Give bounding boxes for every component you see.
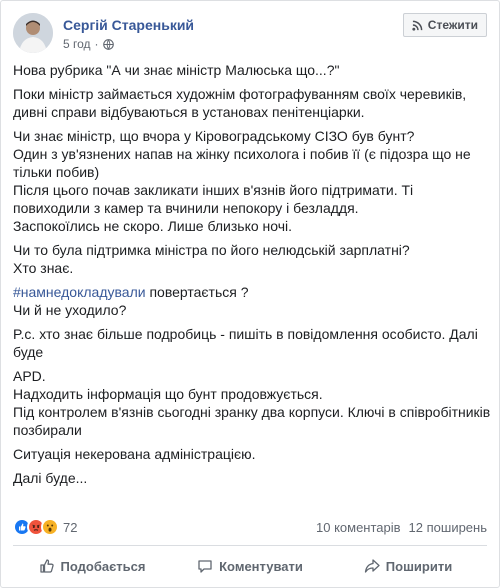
wow-icon	[41, 518, 59, 536]
post-actions: Подобається Коментувати Поширити	[13, 549, 487, 583]
comment-label: Коментувати	[219, 558, 303, 574]
reactions-summary[interactable]: 72	[13, 518, 77, 536]
post-paragraph: Чи знає міністр, що вчора у Кіровоградсь…	[13, 128, 471, 234]
rss-icon	[412, 20, 423, 31]
post-body: Нова рубрика "А чи знає міністр Малюська…	[13, 61, 491, 493]
globe-icon	[102, 38, 114, 50]
share-icon	[364, 559, 380, 573]
post-meta: 5 год ·	[63, 37, 114, 51]
post-stats: 72 10 коментарів 12 поширень	[13, 515, 487, 539]
hashtag-rest: повертається ?	[145, 284, 249, 300]
share-label: Поширити	[385, 558, 453, 574]
post-line: Чи й не уходило?	[13, 302, 127, 318]
comment-button[interactable]: Коментувати	[171, 549, 329, 583]
follow-label: Стежити	[427, 18, 478, 32]
post-paragraph: Чи то була підтримка міністра по його не…	[13, 242, 410, 276]
comment-icon	[198, 560, 212, 573]
hashtag-paragraph: #намнедокладували повертається ? Чи й не…	[13, 283, 491, 319]
reaction-count: 72	[63, 519, 78, 535]
divider	[13, 545, 487, 546]
post-paragraph: Нова рубрика "А чи знає міністр Малюська…	[13, 62, 340, 78]
shares-count[interactable]: 12 поширень	[409, 520, 487, 535]
post-paragraph: Поки міністр займається художнім фотогра…	[13, 86, 467, 120]
thumbs-up-icon	[39, 559, 54, 573]
share-button[interactable]: Поширити	[329, 549, 487, 583]
post-paragraph: P.c. хто знає більше подробиць - пишіть …	[13, 326, 478, 360]
follow-button[interactable]: Стежити	[402, 13, 487, 37]
post-paragraph: Ситуація некерована адміністрацією.	[13, 446, 256, 462]
post-header: Сергій Старенький 5 год · Стежити	[13, 9, 487, 59]
post-time[interactable]: 5 год	[63, 37, 91, 51]
hashtag-link[interactable]: #намнедокладували	[13, 284, 146, 300]
like-button[interactable]: Подобається	[13, 549, 171, 583]
comments-count[interactable]: 10 коментарів	[316, 520, 401, 535]
meta-separator: ·	[94, 37, 99, 51]
author-avatar[interactable]	[13, 13, 53, 53]
like-label: Подобається	[60, 558, 146, 574]
author-name[interactable]: Сергій Старенький	[63, 17, 194, 33]
engagement-counts: 10 коментарів 12 поширень	[316, 520, 487, 535]
post-paragraph: Далі буде...	[13, 470, 88, 486]
post-card: Сергій Старенький 5 год · Стежити Нова р…	[0, 0, 500, 588]
post-paragraph: APD. Надходить інформація що бунт продов…	[13, 368, 491, 438]
